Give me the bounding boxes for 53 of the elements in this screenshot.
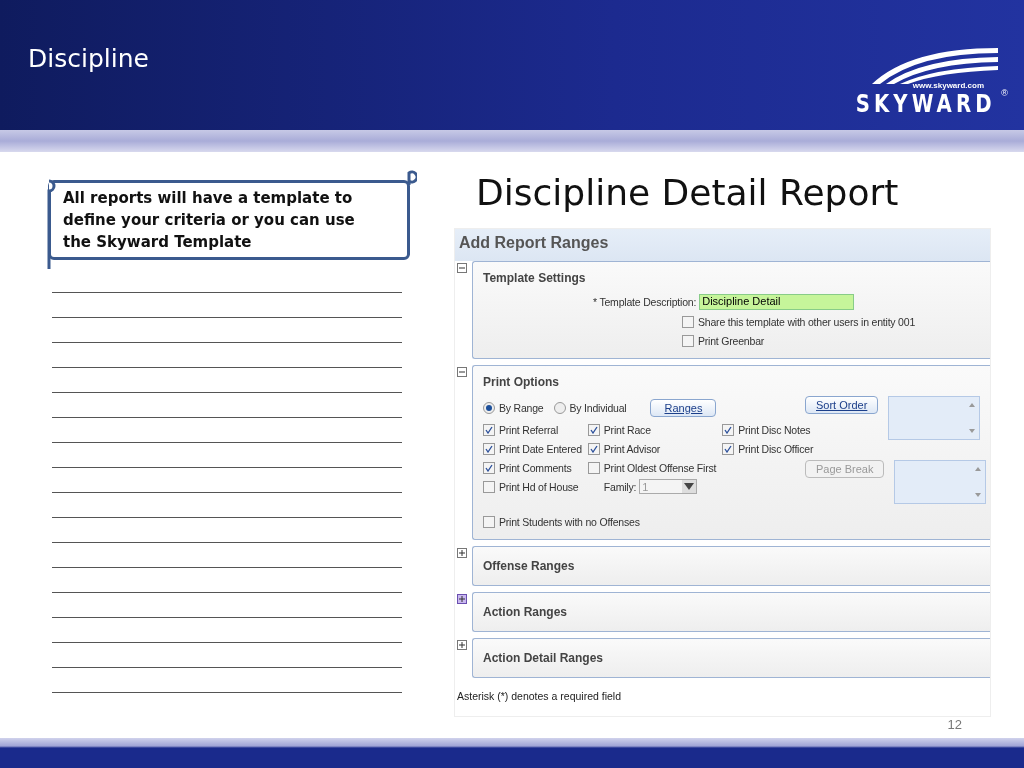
checkbox-label: Print Greenbar (698, 334, 765, 347)
checkbox[interactable] (722, 442, 735, 455)
checkbox-label: Print Race (603, 423, 651, 436)
expand-toggle-icon[interactable] (457, 548, 467, 558)
expand-toggle-icon[interactable] (457, 594, 467, 604)
checkbox[interactable] (483, 515, 495, 528)
field-label: * Template Description: (593, 296, 697, 308)
radio-button[interactable] (553, 402, 566, 414)
page-title: Add Report Ranges (455, 229, 990, 261)
expand-toggle-icon[interactable] (457, 640, 467, 650)
logo-url: www.skyward.com (912, 81, 984, 90)
section-title[interactable]: Offense Ranges (483, 555, 980, 577)
checkbox[interactable] (483, 461, 495, 474)
checkbox-label: Share this template with other users in entity 001 (698, 315, 916, 328)
checkbox-label: Print Students with no Offenses (499, 515, 640, 528)
collapse-toggle-icon[interactable] (457, 263, 467, 273)
checkbox[interactable] (682, 315, 694, 328)
dropdown-arrow-icon (682, 480, 697, 493)
checkbox[interactable] (587, 442, 600, 455)
radio-button[interactable] (483, 402, 495, 414)
ranges-button[interactable]: Ranges (650, 399, 717, 417)
checkbox-label: Print Date Entered (499, 442, 582, 455)
checkbox-label: Print Oldest Offense First (603, 461, 717, 474)
family-label: Family: (603, 480, 637, 493)
required-field-note: Asterisk (*) denotes a required field (456, 689, 621, 704)
callout-text: All reports will have a template to define your criteria or you can use the Skyward Template (63, 188, 356, 253)
checkbox[interactable] (722, 423, 735, 436)
checkbox-label: Print Hd of House (499, 480, 579, 493)
checkbox[interactable] (483, 442, 495, 455)
slide-title: Discipline (28, 44, 149, 73)
checkbox[interactable] (587, 423, 600, 436)
checkbox-label: Print Referral (499, 423, 559, 436)
checkbox-label: Print Disc Notes (738, 423, 811, 436)
radio-label: By Individual (569, 402, 627, 414)
template-description-field[interactable]: Discipline Detail (699, 294, 855, 310)
section-title[interactable]: Template Settings (483, 270, 980, 286)
section-title[interactable]: Action Ranges (483, 601, 980, 623)
checkbox[interactable] (587, 461, 600, 474)
section-title[interactable]: Print Options (483, 374, 987, 390)
checkbox-label: Print Disc Officer (738, 442, 814, 455)
sort-order-button[interactable]: Sort Order (805, 396, 879, 414)
section-title[interactable]: Action Detail Ranges (483, 647, 980, 669)
checkbox-label: Print Advisor (603, 442, 661, 455)
radio-label: By Range (499, 402, 544, 414)
checkbox-label: Print Comments (499, 461, 572, 474)
logo-wordmark: SKYWARD (856, 90, 996, 118)
report-heading: Discipline Detail Report (476, 172, 900, 215)
checkbox[interactable] (483, 423, 495, 436)
checkbox[interactable] (682, 334, 694, 347)
registered-mark: ® (1001, 88, 1008, 98)
collapse-toggle-icon[interactable] (457, 367, 467, 377)
checkbox[interactable] (483, 480, 495, 493)
page-number: 12 (947, 717, 962, 732)
